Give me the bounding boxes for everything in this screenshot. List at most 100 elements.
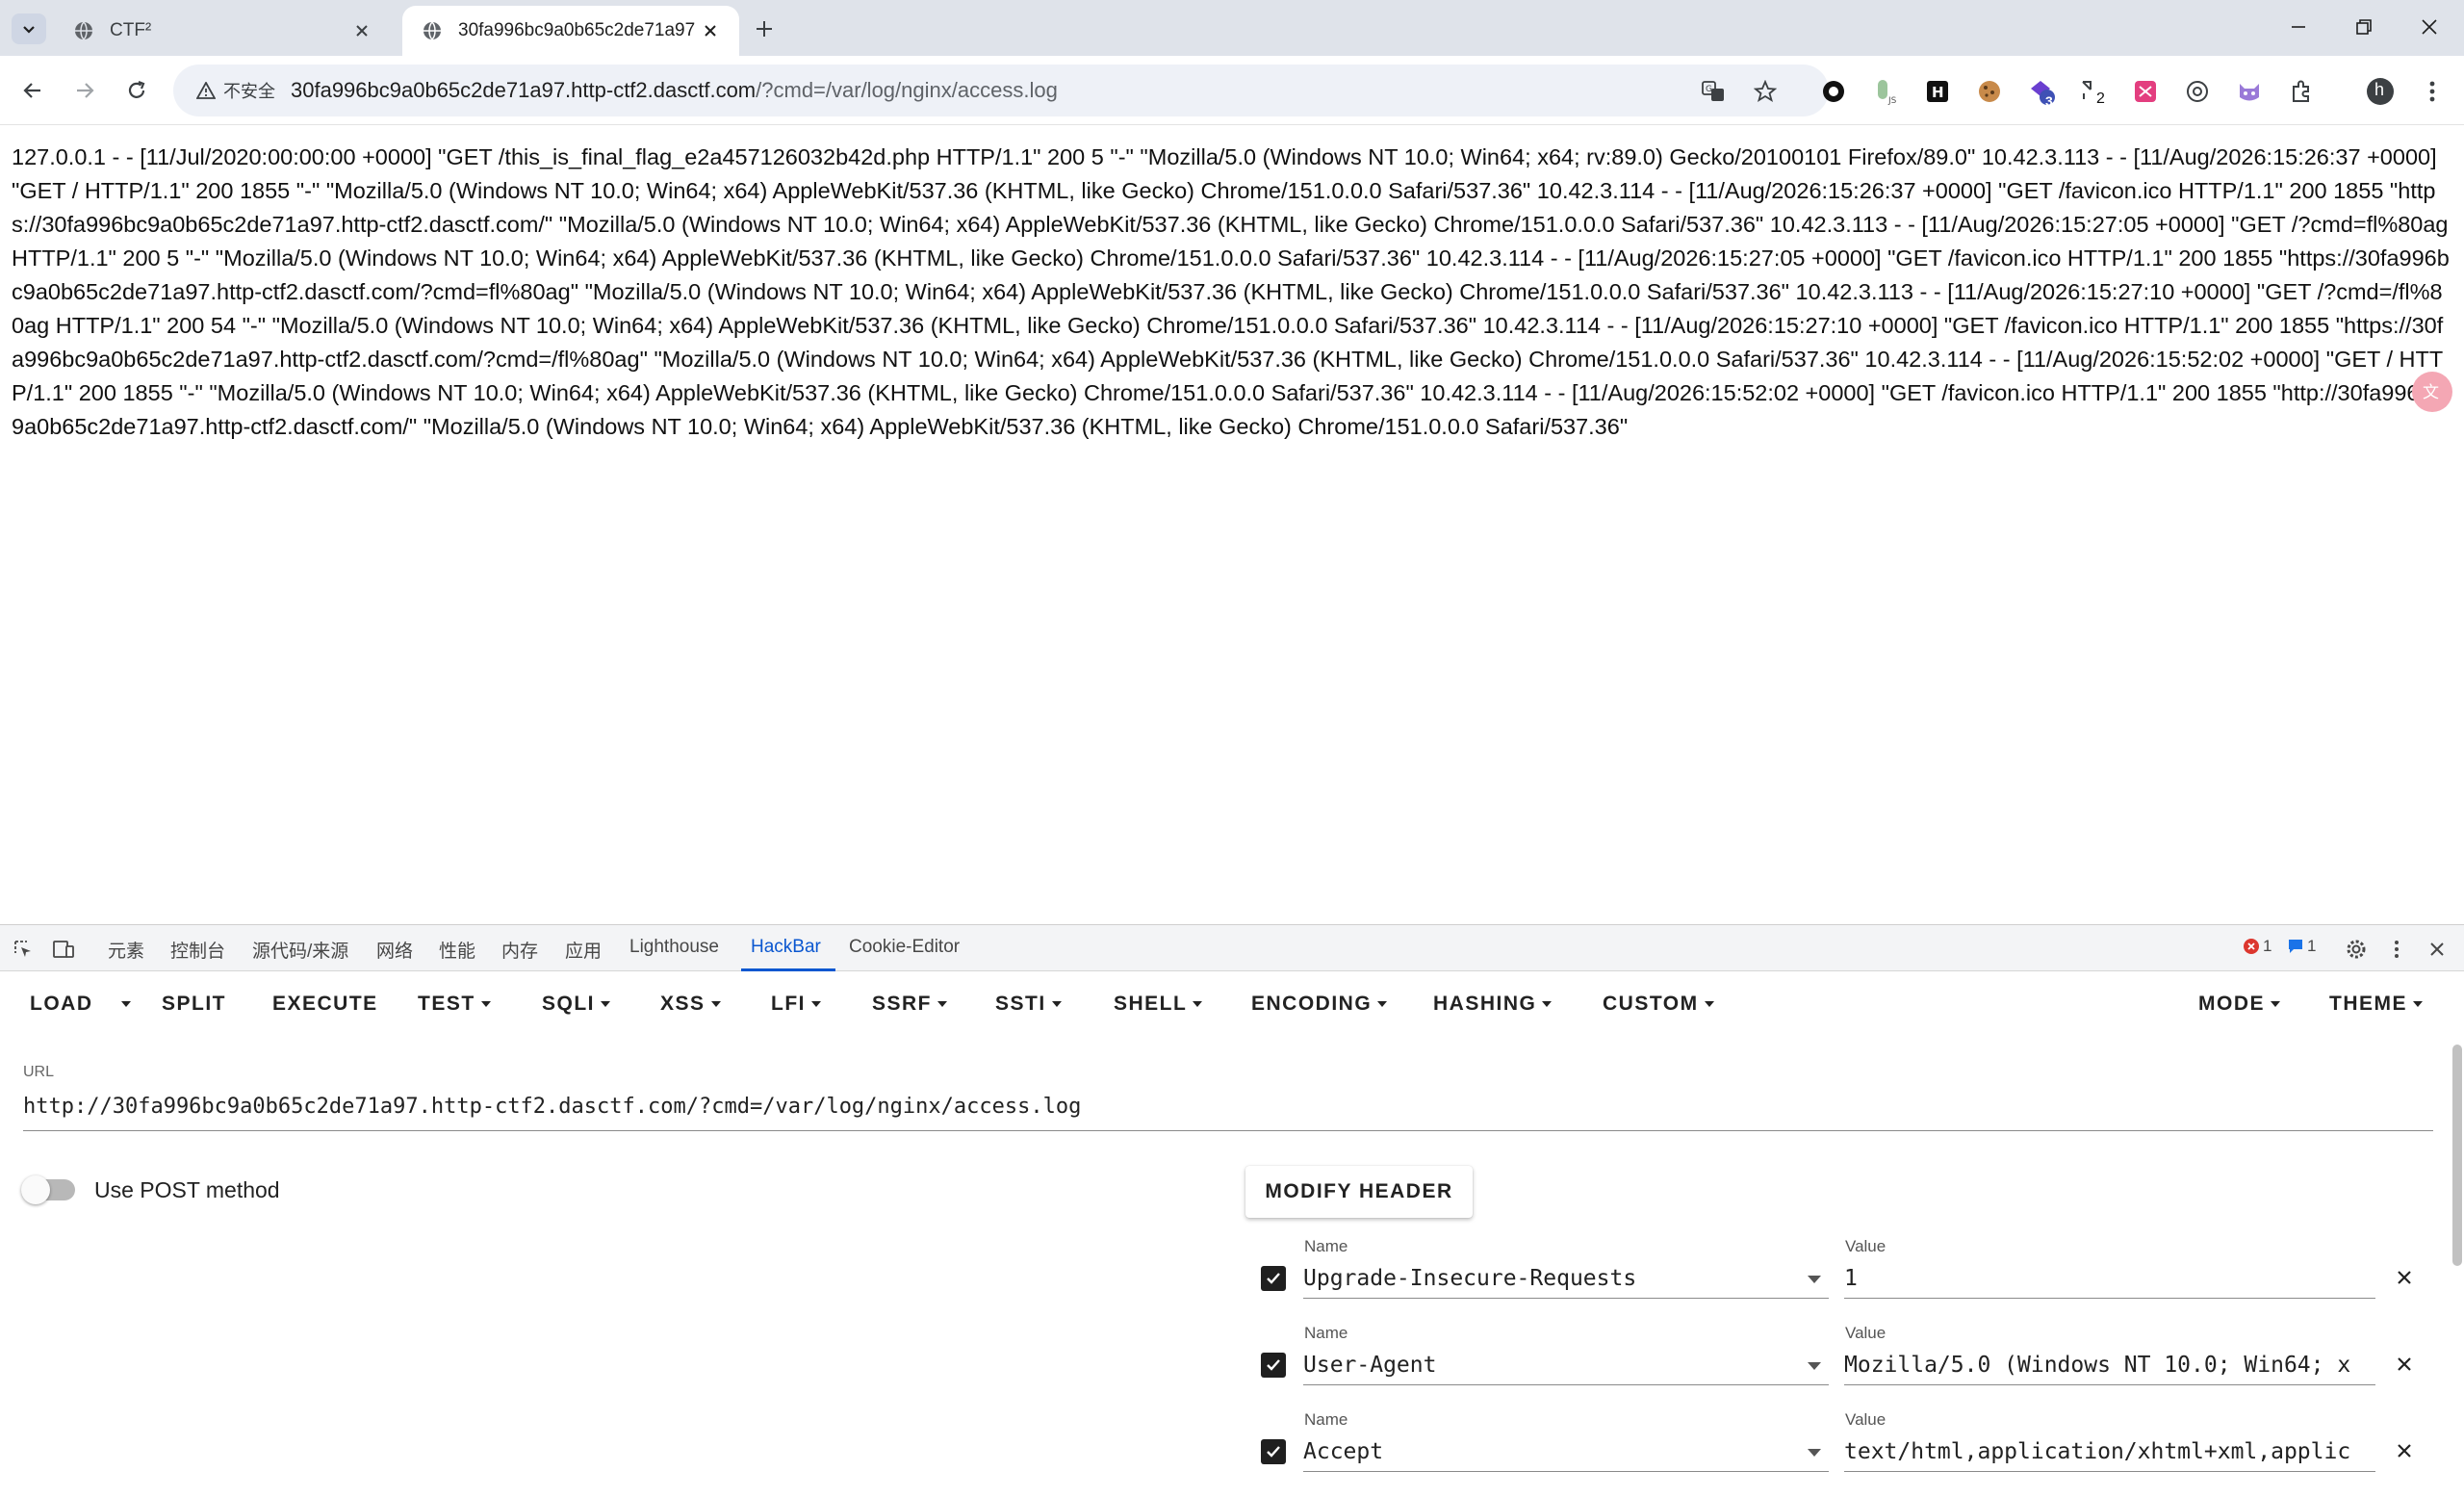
header-name-dropdown-icon[interactable] — [1808, 1449, 1821, 1457]
devtools-tab-sources[interactable]: 源代码/来源 — [252, 937, 348, 963]
theme-menu[interactable]: THEME — [2329, 993, 2423, 1016]
svg-text:文: 文 — [2423, 383, 2439, 402]
reload-button[interactable] — [117, 71, 156, 110]
devtools-tab-performance[interactable]: 性能 — [439, 937, 475, 963]
extension-badge-icon[interactable]: 3 — [2025, 75, 2058, 109]
xss-menu[interactable]: XSS — [660, 993, 721, 1016]
encoding-menu[interactable]: ENCODING — [1251, 993, 1388, 1016]
lfi-menu[interactable]: LFI — [771, 993, 821, 1016]
sqli-menu[interactable]: SQLI — [542, 993, 611, 1016]
menu-label: SHELL — [1114, 993, 1188, 1015]
active-tab-indicator — [741, 968, 835, 971]
header-value-label: Value — [1845, 1237, 1886, 1255]
devtools-tab-cookie-editor[interactable]: Cookie-Editor — [849, 937, 960, 958]
settings-gear-icon[interactable] — [2343, 937, 2370, 962]
close-tab-icon[interactable] — [699, 19, 722, 42]
url-text[interactable]: 30fa996bc9a0b65c2de71a97.http-ctf2.dasct… — [291, 78, 1058, 103]
devtools-tab-memory[interactable]: 内存 — [501, 937, 538, 963]
extension-badge-count: 3 — [2045, 93, 2053, 109]
devtools-tab-application[interactable]: 应用 — [565, 937, 602, 963]
devtools-tab-hackbar[interactable]: HackBar — [751, 937, 821, 958]
devtools-panel: 元素 控制台 源代码/来源 网络 性能 内存 应用 Lighthouse Hac… — [0, 924, 2464, 1472]
header-name-input[interactable]: User-Agent — [1303, 1343, 1829, 1385]
load-button[interactable]: LOAD — [30, 993, 93, 1016]
menu-label: SSRF — [872, 993, 933, 1015]
devtools-tab-elements[interactable]: 元素 — [108, 937, 144, 963]
browser-menu-icon[interactable] — [2416, 75, 2449, 108]
header-value-input[interactable]: text/html,application/xhtml+xml,applic — [1844, 1430, 2375, 1472]
devtools-tab-lighthouse[interactable]: Lighthouse — [629, 937, 719, 958]
inspect-element-icon[interactable] — [10, 937, 37, 962]
split-button[interactable]: SPLIT — [162, 993, 226, 1016]
modify-header-button[interactable]: MODIFY HEADER — [1245, 1166, 1473, 1218]
menu-label: CUSTOM — [1603, 993, 1699, 1015]
header-enabled-checkbox[interactable] — [1261, 1353, 1286, 1378]
caret-down-icon — [1193, 1001, 1203, 1008]
menu-label: HASHING — [1433, 993, 1537, 1015]
url-input[interactable]: http://30fa996bc9a0b65c2de71a97.http-ctf… — [23, 1091, 2433, 1131]
execute-button[interactable]: EXECUTE — [272, 993, 378, 1016]
header-value-input[interactable]: 1 — [1844, 1256, 2375, 1299]
devtools-menu-icon[interactable] — [2383, 937, 2410, 962]
remove-header-icon[interactable] — [2391, 1437, 2418, 1464]
split-view-icon[interactable]: 2 — [2077, 75, 2110, 108]
globe-icon — [424, 21, 441, 40]
minimize-button[interactable] — [2272, 10, 2325, 44]
post-toggle-knob[interactable] — [21, 1175, 50, 1204]
header-name-dropdown-icon[interactable] — [1808, 1276, 1821, 1283]
custom-menu[interactable]: CUSTOM — [1603, 993, 1714, 1016]
bookmark-star-icon[interactable] — [1750, 76, 1781, 107]
ssrf-menu[interactable]: SSRF — [872, 993, 948, 1016]
header-enabled-checkbox[interactable] — [1261, 1266, 1286, 1291]
remove-header-icon[interactable] — [2391, 1351, 2418, 1378]
header-name-input[interactable]: Upgrade-Insecure-Requests — [1303, 1256, 1829, 1299]
message-count-badge[interactable]: 1 — [2287, 937, 2316, 956]
header-name-input[interactable]: Accept — [1303, 1430, 1829, 1472]
caret-down-icon — [480, 1001, 491, 1008]
error-count-badge[interactable]: 1 — [2243, 937, 2272, 956]
tab-active[interactable]: 30fa996bc9a0b65c2de71a97 — [402, 6, 739, 56]
extension-h-icon[interactable]: H — [1921, 75, 1954, 108]
translate-icon[interactable]: G — [1698, 76, 1729, 107]
device-toolbar-icon[interactable] — [50, 937, 77, 962]
site-info-button[interactable]: 不安全 — [185, 72, 287, 109]
extension-js-icon[interactable]: JS — [1869, 75, 1902, 108]
forward-button[interactable] — [65, 71, 104, 110]
message-count: 1 — [2307, 937, 2317, 955]
devtools-tab-console[interactable]: 控制台 — [170, 937, 225, 963]
back-button[interactable] — [13, 71, 52, 110]
translate-float-icon[interactable]: 文 — [2412, 372, 2452, 412]
shell-menu[interactable]: SHELL — [1114, 993, 1203, 1016]
extension-circle-icon[interactable] — [1817, 75, 1850, 108]
menu-label: LFI — [771, 993, 806, 1015]
extensions-puzzle-icon[interactable] — [2285, 75, 2318, 108]
split-view-count: 2 — [2096, 90, 2105, 107]
header-value-input[interactable]: Mozilla/5.0 (Windows NT 10.0; Win64; x — [1844, 1343, 2375, 1385]
devtools-tab-bar: 元素 控制台 源代码/来源 网络 性能 内存 应用 Lighthouse Hac… — [0, 925, 2464, 971]
test-menu[interactable]: TEST — [418, 993, 491, 1016]
load-dropdown-button[interactable] — [116, 993, 131, 1016]
tab-search-button[interactable] — [12, 13, 46, 44]
tab-ctf[interactable]: CTF² — [54, 6, 391, 56]
caret-down-icon — [2413, 1001, 2423, 1008]
header-row: Name User-Agent Value Mozilla/5.0 (Windo… — [0, 1324, 2464, 1410]
header-enabled-checkbox[interactable] — [1261, 1439, 1286, 1464]
close-window-button[interactable] — [2402, 10, 2456, 44]
close-devtools-icon[interactable] — [2424, 937, 2451, 962]
extension-pink-icon[interactable] — [2129, 75, 2162, 108]
cookie-icon[interactable] — [1973, 75, 2006, 108]
hashing-menu[interactable]: HASHING — [1433, 993, 1553, 1016]
mode-menu[interactable]: MODE — [2198, 993, 2280, 1016]
ssti-menu[interactable]: SSTI — [995, 993, 1062, 1016]
new-tab-button[interactable] — [749, 13, 780, 44]
address-bar[interactable]: 不安全 30fa996bc9a0b65c2de71a97.http-ctf2.d… — [173, 65, 1829, 116]
remove-header-icon[interactable] — [2391, 1264, 2418, 1291]
devtools-tab-network[interactable]: 网络 — [376, 937, 413, 963]
hackbar-scrollbar[interactable] — [2452, 1045, 2462, 1266]
openai-icon[interactable] — [2181, 75, 2214, 108]
extension-cat-icon[interactable] — [2233, 75, 2266, 108]
restore-button[interactable] — [2337, 10, 2391, 44]
header-name-dropdown-icon[interactable] — [1808, 1362, 1821, 1370]
profile-avatar[interactable]: h — [2364, 75, 2397, 108]
close-tab-icon[interactable] — [350, 19, 373, 42]
